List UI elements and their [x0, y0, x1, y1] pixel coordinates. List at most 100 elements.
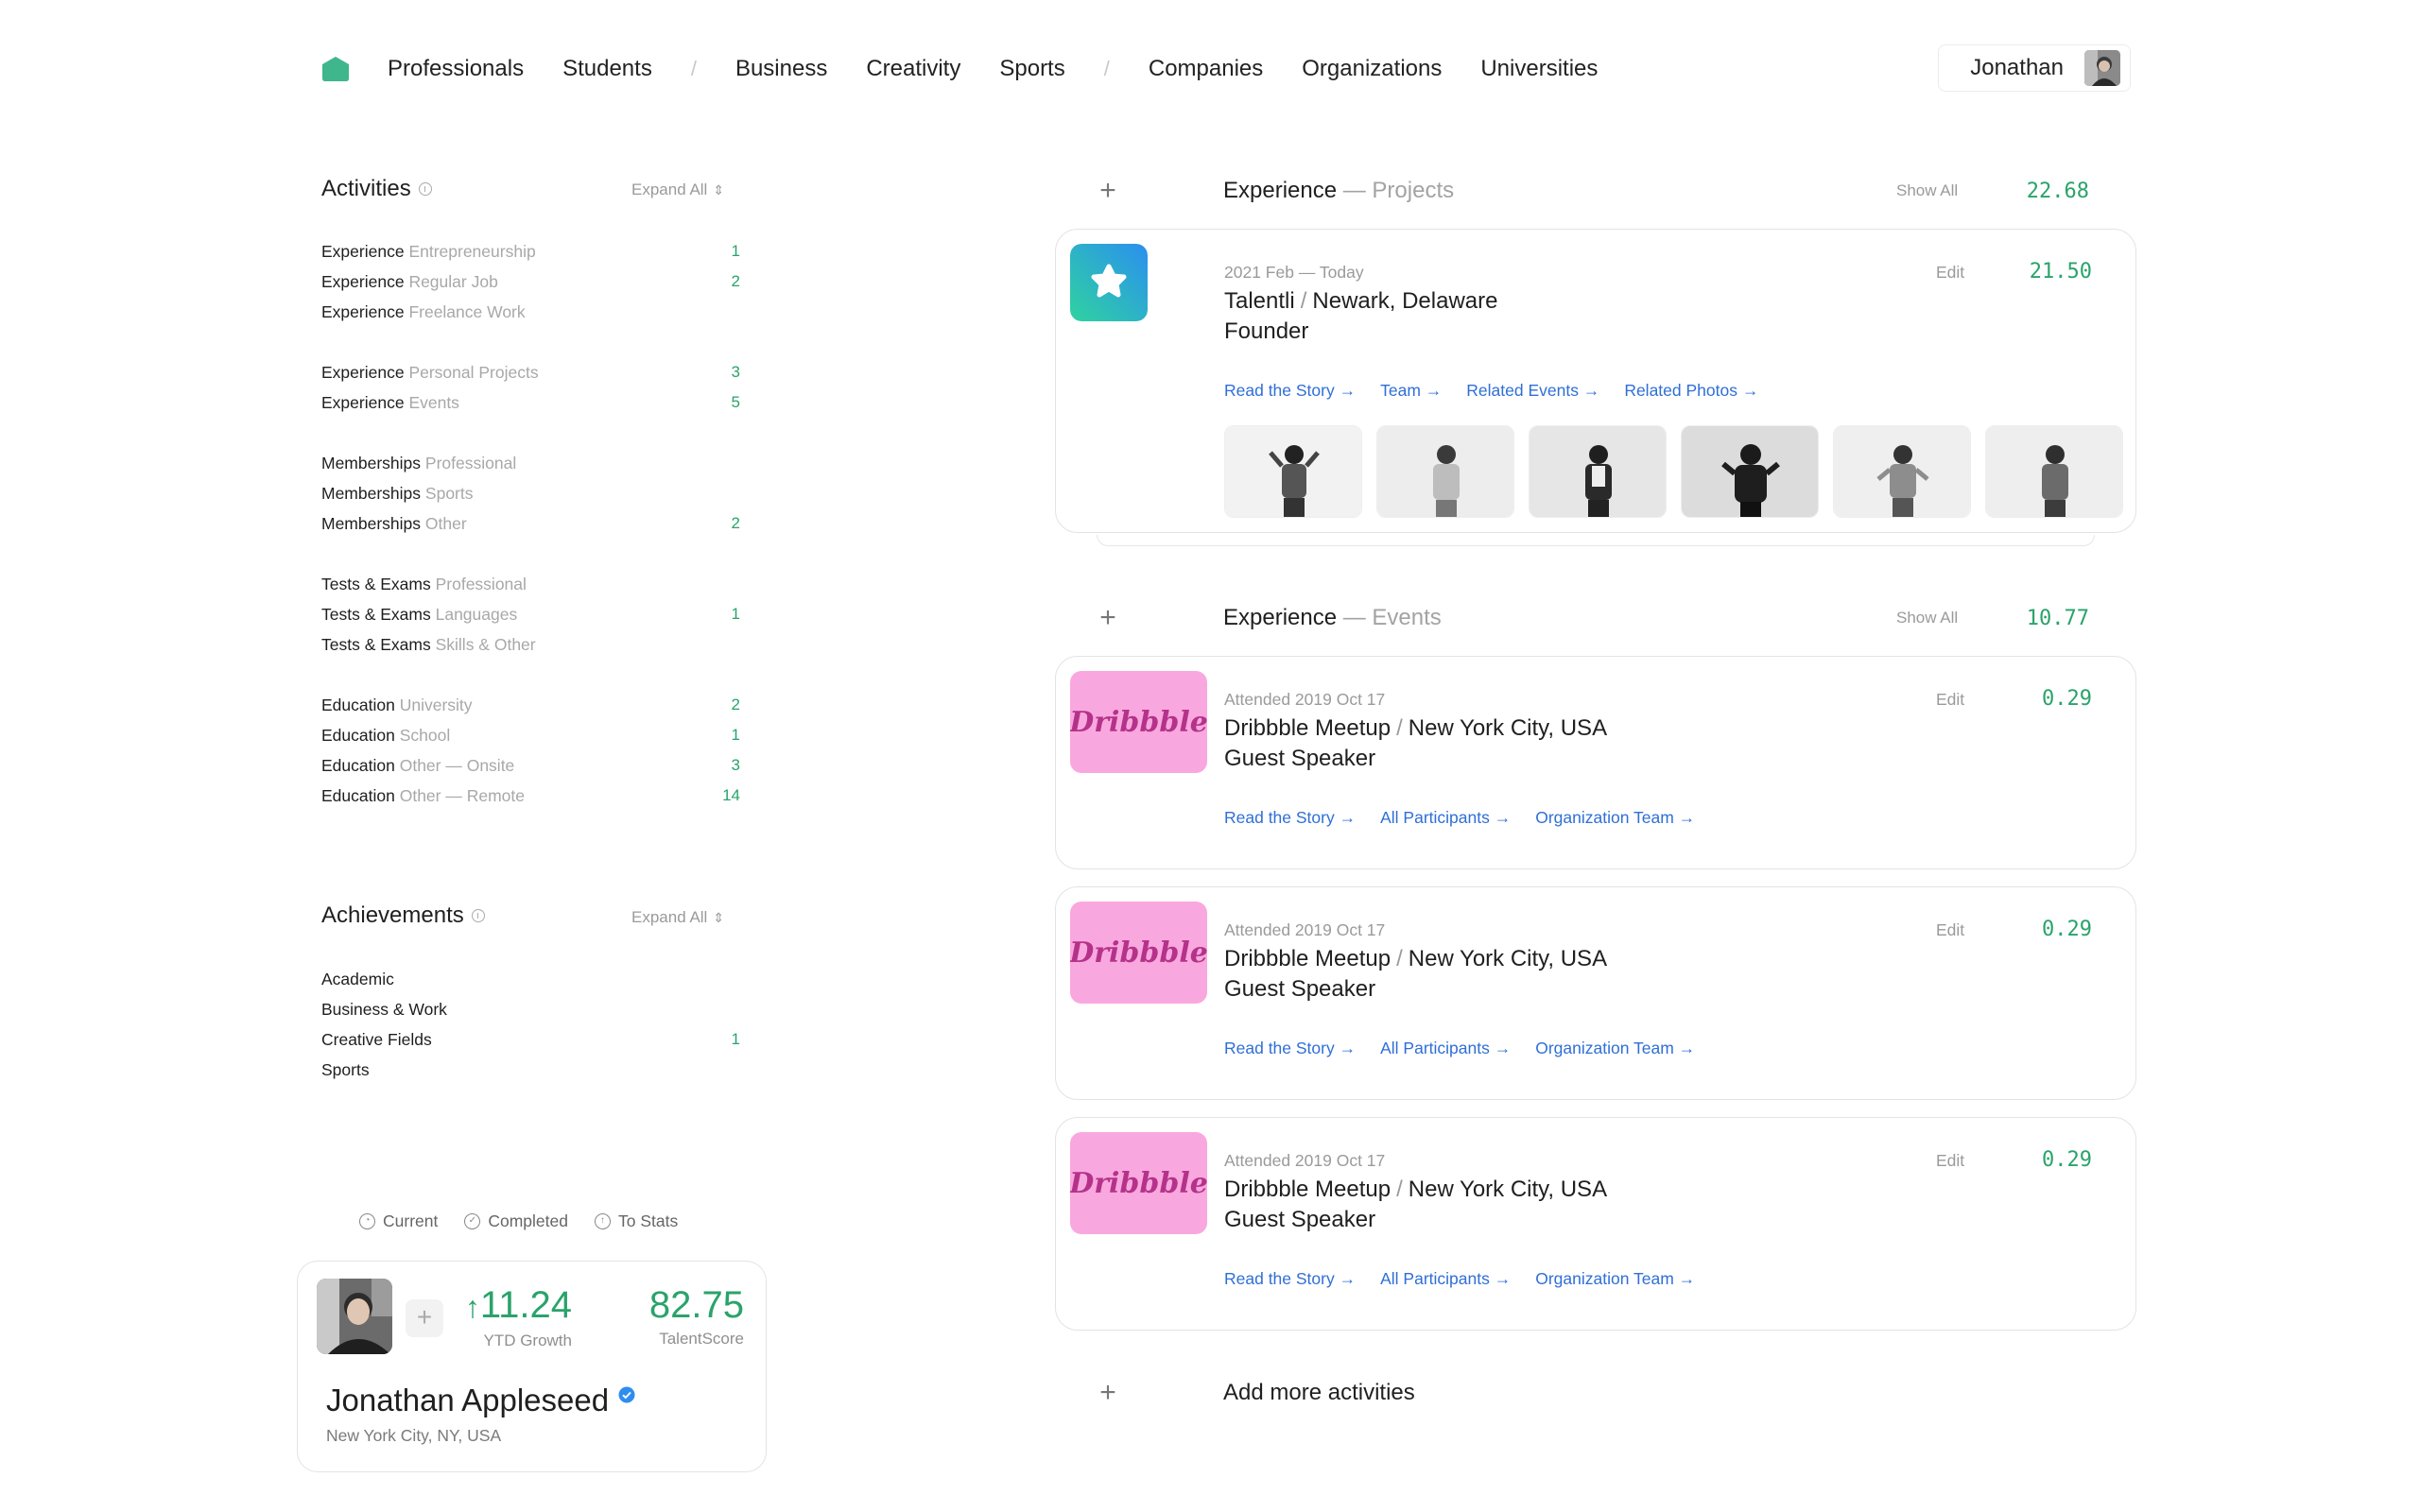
add-project-button[interactable]: +: [1097, 177, 1119, 205]
activity-subcategory: Entrepreneurship: [408, 241, 536, 261]
activity-count: 3: [731, 363, 740, 381]
top-nav: Professionals Students / Business Creati…: [321, 45, 1636, 93]
section-title-sub: — Projects: [1342, 178, 1455, 203]
add-more-activities[interactable]: + Add more activities: [1097, 1374, 1415, 1412]
card-stack-edge: [1097, 535, 2095, 546]
event-score: 0.29: [2042, 918, 2092, 941]
all-participants-link[interactable]: All Participants →: [1380, 1039, 1511, 1058]
event-role: Guest Speaker: [1224, 746, 1376, 771]
activity-label: Tests & Exams Languages: [321, 605, 517, 625]
profile-avatar[interactable]: [317, 1279, 392, 1354]
legend-current[interactable]: ◔ Current: [359, 1211, 438, 1231]
dribbble-logo-text: Dribbble: [1070, 1166, 1207, 1200]
event-card[interactable]: Dribbble Attended 2019 Oct 17 Dribbble Mee…: [1055, 656, 2136, 869]
nav-universities[interactable]: Universities: [1480, 56, 1598, 82]
nav-organizations[interactable]: Organizations: [1302, 56, 1442, 82]
team-photo[interactable]: [1985, 425, 2123, 518]
activity-row[interactable]: Experience Personal Projects 3: [321, 357, 740, 387]
activity-label: Education School: [321, 726, 450, 746]
organization-team-link[interactable]: Organization Team →: [1535, 808, 1695, 828]
read-story-link[interactable]: Read the Story →: [1224, 1269, 1356, 1289]
home-logo-icon[interactable]: [321, 56, 350, 82]
legend-to-stats[interactable]: ↑ To Stats: [595, 1211, 678, 1231]
info-icon[interactable]: [471, 909, 485, 922]
edit-button[interactable]: Edit: [1936, 690, 1964, 710]
edit-button[interactable]: Edit: [1936, 263, 1964, 283]
legend-completed-label: Completed: [488, 1211, 568, 1230]
nav-creativity[interactable]: Creativity: [866, 56, 960, 82]
activity-row[interactable]: Memberships Other 2: [321, 508, 740, 539]
user-menu-button[interactable]: Jonathan: [1938, 44, 2131, 92]
achievements-expand-all-button[interactable]: Expand All ⇕: [631, 908, 724, 927]
read-story-link[interactable]: Read the Story →: [1224, 1039, 1356, 1058]
activity-row[interactable]: Tests & Exams Professional: [321, 569, 740, 599]
team-link[interactable]: Team →: [1380, 381, 1442, 401]
event-place: New York City, USA: [1408, 1177, 1608, 1202]
activity-category: Experience: [321, 271, 405, 291]
nav-students[interactable]: Students: [562, 56, 652, 82]
title-separator: /: [1396, 1177, 1403, 1202]
show-all-button[interactable]: Show All: [1896, 181, 1958, 200]
event-card[interactable]: Dribbble Attended 2019 Oct 17 Dribbble Mee…: [1055, 886, 2136, 1100]
activities-expand-all-button[interactable]: Expand All ⇕: [631, 180, 724, 199]
activity-row[interactable]: Experience Entrepreneurship 1: [321, 236, 740, 266]
event-name: Dribbble Meetup: [1224, 715, 1392, 741]
activity-row[interactable]: Memberships Professional: [321, 448, 740, 478]
expand-all-label: Expand All: [631, 908, 708, 926]
activity-row[interactable]: Education School 1: [321, 720, 740, 750]
event-title: Dribbble Meetup / New York City, USA: [1224, 715, 1607, 742]
project-company: Talentli: [1224, 288, 1295, 314]
read-story-link[interactable]: Read the Story →: [1224, 808, 1356, 828]
all-participants-link[interactable]: All Participants →: [1380, 1269, 1511, 1289]
verified-badge-icon: [618, 1386, 635, 1403]
nav-sports[interactable]: Sports: [999, 56, 1064, 82]
related-events-link[interactable]: Related Events →: [1466, 381, 1599, 401]
project-card[interactable]: 2021 Feb — Today Talentli / Newark, Delawa…: [1055, 229, 2136, 533]
achievement-row[interactable]: Creative Fields 1: [321, 1024, 740, 1055]
organization-team-link[interactable]: Organization Team →: [1535, 1269, 1695, 1289]
activity-row[interactable]: Tests & Exams Languages 1: [321, 599, 740, 629]
activity-row[interactable]: Experience Freelance Work: [321, 297, 740, 327]
read-story-link[interactable]: Read the Story →: [1224, 381, 1356, 401]
activity-label: Tests & Exams Professional: [321, 575, 527, 594]
nav-professionals[interactable]: Professionals: [388, 56, 524, 82]
achievement-row[interactable]: Sports: [321, 1055, 740, 1085]
activity-row[interactable]: Education University 2: [321, 690, 740, 720]
section-title-sub: — Events: [1342, 605, 1442, 630]
nav-business[interactable]: Business: [735, 56, 827, 82]
chevron-up-down-icon: ⇕: [713, 182, 725, 198]
edit-button[interactable]: Edit: [1936, 1151, 1964, 1171]
event-date: Attended 2019 Oct 17: [1224, 690, 1386, 709]
edit-button[interactable]: Edit: [1936, 920, 1964, 940]
activity-subcategory: University: [399, 695, 473, 714]
activity-category: Education: [321, 695, 395, 714]
team-photo[interactable]: [1224, 425, 1362, 518]
legend-completed[interactable]: ✓ Completed: [464, 1211, 568, 1231]
info-icon[interactable]: [418, 182, 432, 196]
user-name: Jonathan: [1970, 55, 2064, 80]
activity-row[interactable]: Education Other — Onsite 3: [321, 750, 740, 781]
activity-row[interactable]: Tests & Exams Skills & Other: [321, 629, 740, 660]
dribbble-logo: Dribbble: [1070, 671, 1207, 773]
nav-companies[interactable]: Companies: [1149, 56, 1263, 82]
activity-category: Experience: [321, 392, 405, 412]
event-card[interactable]: Dribbble Attended 2019 Oct 17 Dribbble Mee…: [1055, 1117, 2136, 1331]
activity-label: Experience Entrepreneurship: [321, 242, 536, 262]
add-event-button[interactable]: +: [1097, 604, 1119, 632]
all-participants-link[interactable]: All Participants →: [1380, 808, 1511, 828]
organization-team-link[interactable]: Organization Team →: [1535, 1039, 1695, 1058]
activity-row[interactable]: Experience Events 5: [321, 387, 740, 418]
achievement-row[interactable]: Business & Work: [321, 994, 740, 1024]
achievement-row[interactable]: Academic: [321, 964, 740, 994]
activity-row[interactable]: Memberships Sports: [321, 478, 740, 508]
activity-row[interactable]: Experience Regular Job 2: [321, 266, 740, 297]
team-photo[interactable]: [1681, 425, 1819, 518]
activity-category: Tests & Exams: [321, 574, 431, 593]
team-photo[interactable]: [1833, 425, 1971, 518]
show-all-button[interactable]: Show All: [1896, 609, 1958, 627]
team-photo[interactable]: [1529, 425, 1667, 518]
activity-row[interactable]: Education Other — Remote 14: [321, 781, 740, 811]
team-photo[interactable]: [1376, 425, 1514, 518]
related-photos-link[interactable]: Related Photos →: [1624, 381, 1758, 401]
